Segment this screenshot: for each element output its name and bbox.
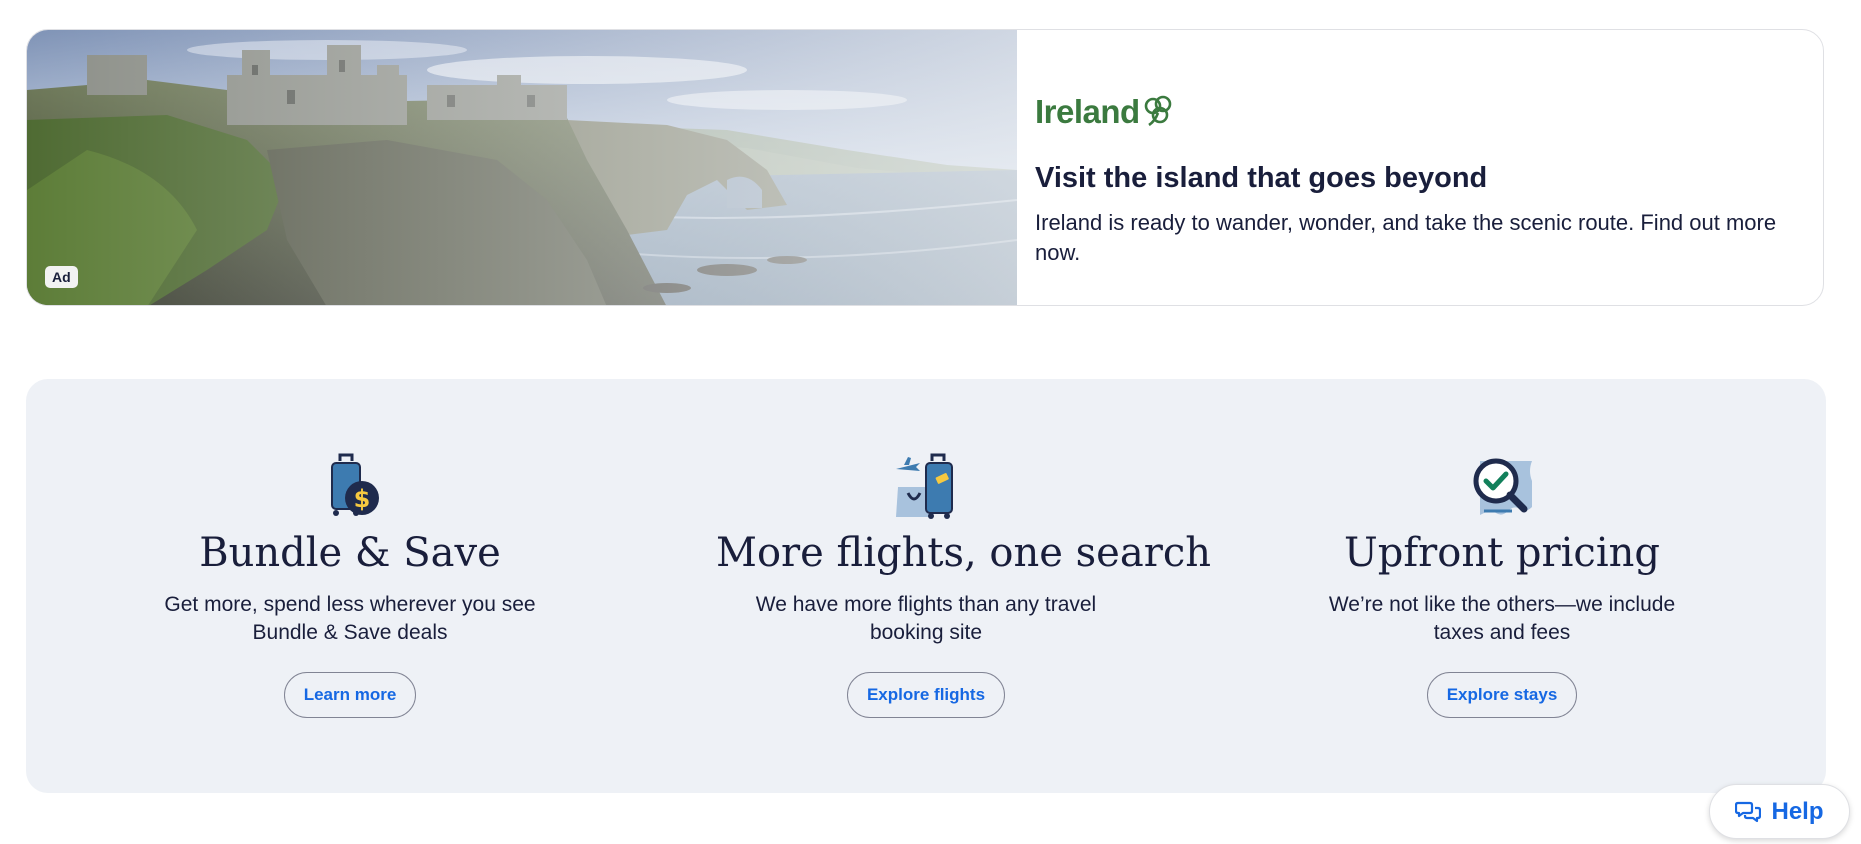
feature-description: Get more, spend less wherever you see Bu…: [164, 593, 536, 644]
ad-card[interactable]: Ad Ireland Visit the island that goes be…: [26, 29, 1824, 306]
feature-title: Upfront pricing: [1344, 530, 1660, 576]
svg-text:$: $: [354, 485, 371, 513]
feature-bundle-save: $ Bundle & Save Get more, spend less whe…: [140, 451, 560, 718]
help-label: Help: [1771, 797, 1824, 825]
ad-badge: Ad: [45, 266, 78, 288]
suitcase-dollar-icon: $: [331, 453, 379, 516]
explore-stays-button[interactable]: Explore stays: [1426, 672, 1578, 718]
feature-title: Bundle & Save: [199, 530, 501, 576]
learn-more-button[interactable]: Learn more: [283, 672, 417, 718]
ad-image[interactable]: Ad: [27, 30, 1017, 305]
magnifier-check-receipt-icon: [1473, 458, 1532, 515]
shamrock-icon: [1144, 95, 1172, 127]
ad-headline: Visit the island that goes beyond: [1035, 162, 1488, 194]
ad-content[interactable]: Ireland Visit the island that goes beyon…: [1035, 30, 1803, 305]
feature-description: We have more flights than any travel boo…: [755, 593, 1097, 644]
coastal-castle-ruins-photo: [27, 30, 1017, 305]
chat-bubbles-icon: [1735, 801, 1762, 822]
plane-luggage-icon: [896, 453, 953, 519]
ad-body-text: Ireland is ready to wander, wonder, and …: [1035, 210, 1777, 265]
value-props-panel: $ Bundle & Save Get more, spend less whe…: [26, 379, 1826, 793]
help-button[interactable]: Help: [1709, 784, 1850, 839]
brand-logo: Ireland: [1035, 90, 1175, 134]
feature-title: More flights, one search: [716, 530, 1211, 576]
explore-flights-button[interactable]: Explore flights: [846, 672, 1006, 718]
feature-description: We’re not like the others—we include tax…: [1328, 593, 1676, 644]
brand-logo-text: Ireland: [1035, 93, 1140, 130]
feature-more-flights: More flights, one search We have more fl…: [716, 451, 1211, 718]
feature-upfront-pricing: Upfront pricing We’re not like the other…: [1292, 451, 1712, 718]
